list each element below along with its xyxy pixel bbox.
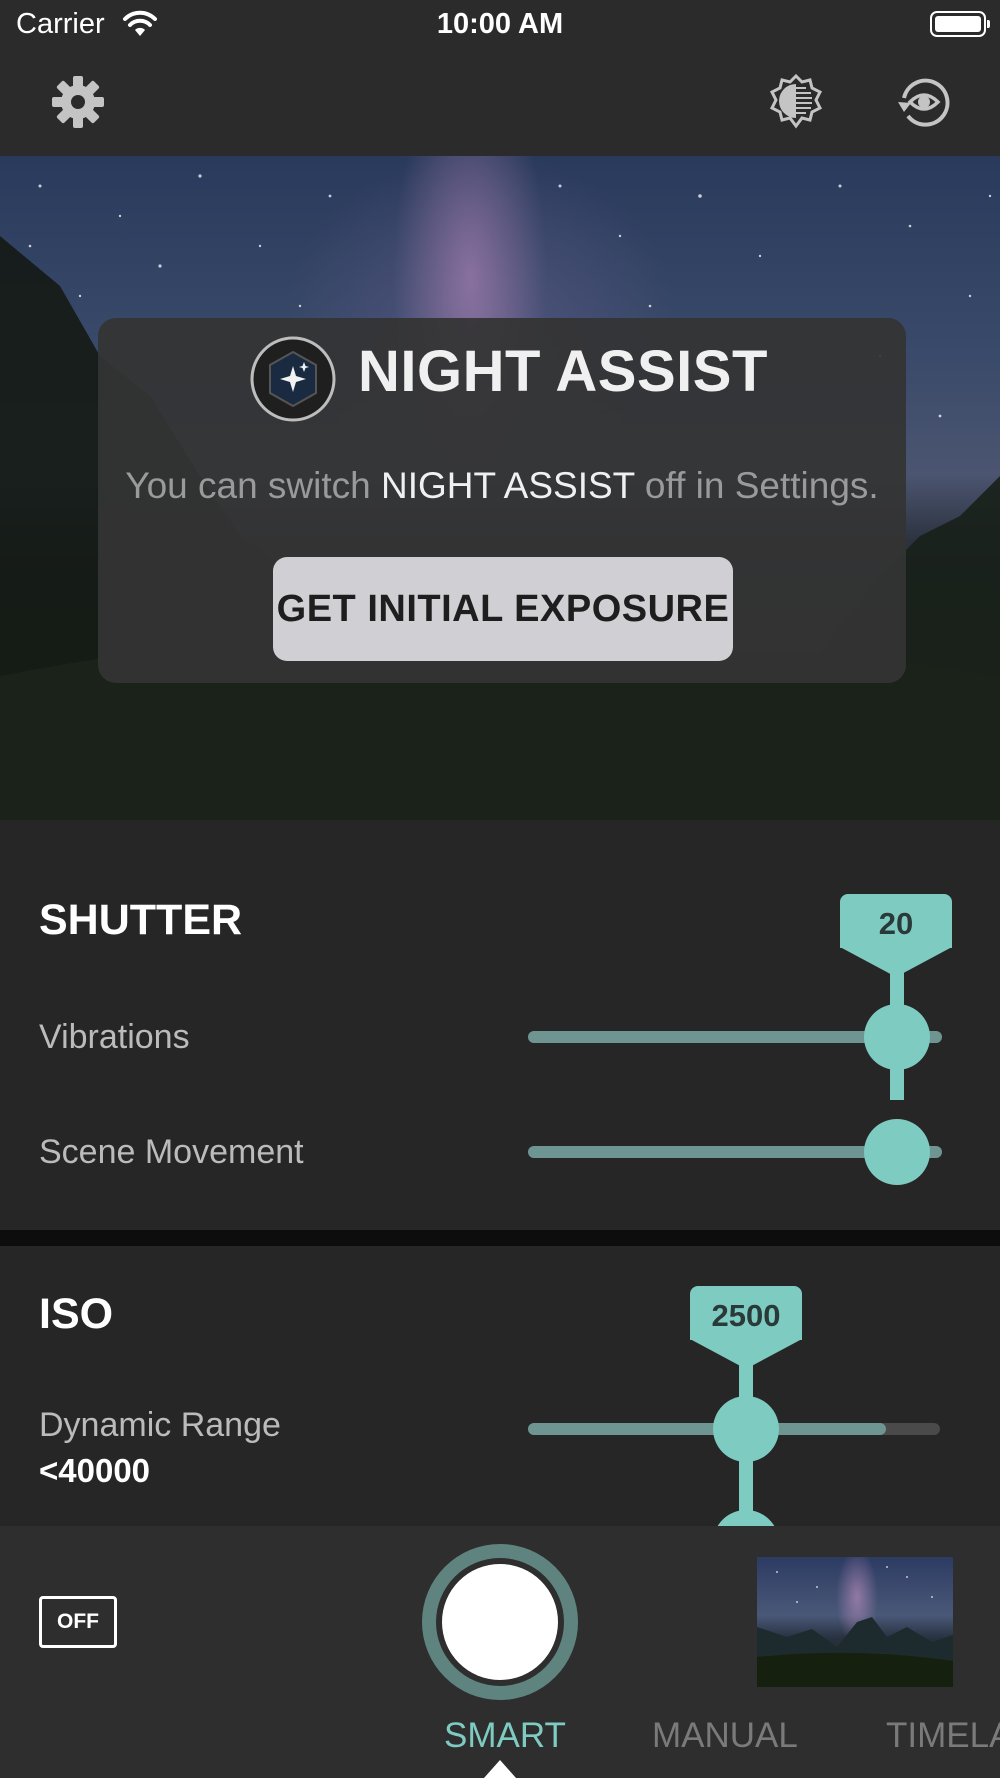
mode-tab-smart[interactable]: SMART	[444, 1716, 566, 1756]
message-suffix: off in Settings.	[634, 465, 879, 506]
dynamic-range-slider-knob[interactable]	[713, 1396, 779, 1462]
auto-toggle-off[interactable]: OFF	[39, 1596, 117, 1648]
shutter-title: SHUTTER	[39, 896, 243, 944]
shutter-panel: SHUTTER 20 Vibrations Scene Movement	[0, 820, 1000, 1230]
message-prefix: You can switch	[125, 465, 382, 506]
clock: 10:00 AM	[436, 8, 564, 40]
exposure-meter-icon[interactable]	[766, 72, 826, 132]
mode-tab-timelapse[interactable]: TIMELA	[886, 1716, 1000, 1756]
battery-icon	[930, 11, 990, 37]
vibrations-label: Vibrations	[39, 1018, 190, 1056]
panel-divider	[0, 1230, 1000, 1246]
vibrations-slider-knob[interactable]	[864, 1004, 930, 1070]
active-mode-indicator	[484, 1760, 516, 1778]
dynamic-range-slider-fill	[528, 1423, 887, 1435]
view-rotate-icon[interactable]	[894, 72, 954, 132]
scene-movement-label: Scene Movement	[39, 1133, 304, 1171]
mode-tab-manual[interactable]: MANUAL	[652, 1716, 798, 1756]
night-assist-message: You can switch NIGHT ASSIST off in Setti…	[98, 465, 906, 507]
iso-tag-pointer	[690, 1339, 802, 1369]
iso-value-tag: 2500	[690, 1286, 802, 1340]
thumbnail-image	[757, 1566, 953, 1687]
message-highlight: NIGHT ASSIST	[381, 465, 635, 506]
dynamic-range-value: <40000	[39, 1452, 151, 1489]
shutter-core	[442, 1564, 558, 1680]
shutter-tag-pointer	[840, 947, 952, 977]
top-toolbar	[0, 50, 1000, 156]
night-assist-title: NIGHT ASSIST	[358, 339, 768, 404]
status-bar: Carrier 10:00 AM	[0, 0, 1000, 50]
last-photo-thumbnail[interactable]	[757, 1557, 953, 1687]
gear-icon[interactable]	[48, 72, 108, 132]
night-assist-logo-icon	[250, 336, 336, 422]
iso-panel: ISO 2500 Dynamic Range <40000	[0, 1246, 1000, 1526]
shutter-release-button[interactable]	[422, 1544, 578, 1700]
iso-title: ISO	[39, 1290, 114, 1338]
iso-second-slider-knob[interactable]	[713, 1510, 779, 1526]
dynamic-range-label: Dynamic Range	[39, 1406, 281, 1444]
scene-movement-slider-knob[interactable]	[864, 1119, 930, 1185]
get-initial-exposure-button[interactable]: GET INITIAL EXPOSURE	[273, 557, 733, 661]
shutter-value-tag: 20	[840, 894, 952, 948]
